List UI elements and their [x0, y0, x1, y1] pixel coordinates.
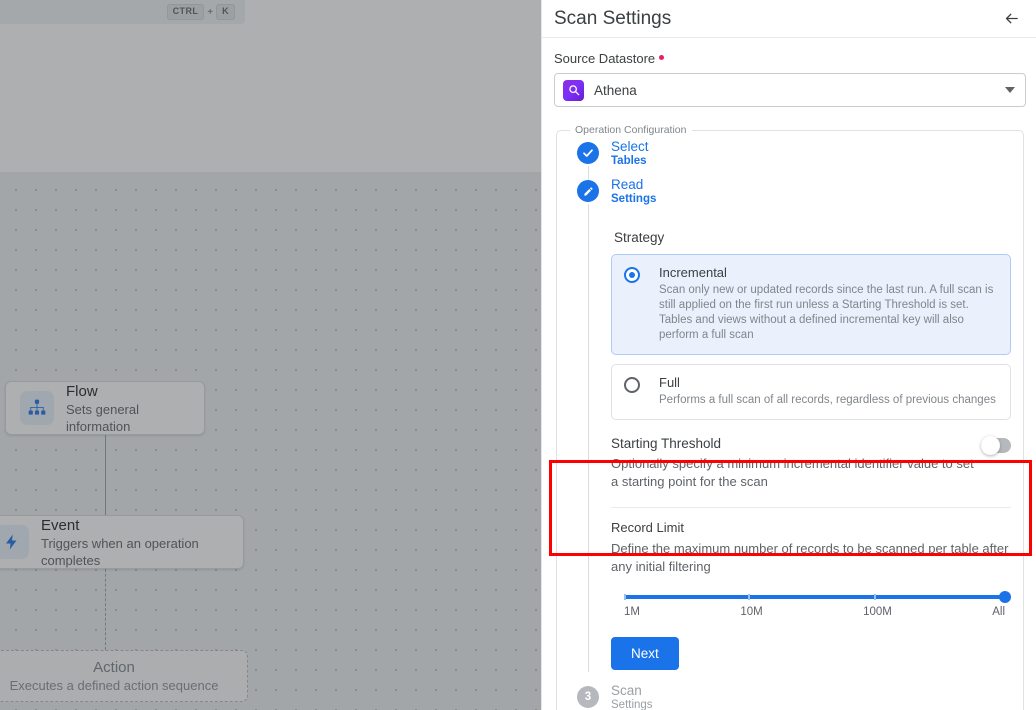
flow-node-title: Flow	[66, 382, 98, 400]
step-read-settings-head: Read Settings	[611, 178, 1013, 206]
flow-canvas[interactable]: CTRL + K Flow Sets general information E…	[0, 0, 541, 710]
radio-incremental-label: Incremental	[659, 265, 727, 280]
page-title: Scan Settings	[554, 7, 672, 29]
connector-flow-event	[105, 435, 106, 517]
slider-label-10m: 10M	[740, 606, 763, 618]
slider-tick-1m	[624, 594, 626, 600]
record-limit-label: Record Limit	[611, 520, 684, 535]
required-indicator	[659, 55, 665, 60]
step-scan-settings-title: Scan	[611, 683, 642, 698]
next-button[interactable]: Next	[611, 637, 679, 670]
action-node-title: Action	[93, 659, 135, 676]
starting-threshold-row: Starting Threshold Optionally specify a …	[611, 436, 1011, 491]
radio-incremental-body: Incremental Scan only new or updated rec…	[659, 265, 998, 343]
step-scan-settings-subtitle: Settings	[611, 699, 653, 710]
read-settings-content: Strategy Incremental Scan only new or up…	[611, 206, 1013, 670]
record-limit-description: Define the maximum number of records to …	[611, 541, 1009, 574]
chevron-down-icon[interactable]	[1005, 87, 1015, 93]
slider-label-1m: 1M	[624, 606, 640, 618]
strategy-title: Strategy	[614, 230, 665, 245]
source-datastore-value: Athena	[594, 82, 637, 98]
record-limit-section: Record Limit Define the maximum number o…	[611, 520, 1011, 621]
radio-full-body: Full Performs a full scan of all records…	[659, 375, 998, 408]
event-node[interactable]: Event Triggers when an operation complet…	[0, 515, 244, 569]
step-scan-settings-head: Scan Settings	[611, 684, 1013, 710]
record-limit-slider[interactable]: 1M 10M 100M All	[624, 589, 1011, 621]
search-input[interactable]: CTRL + K	[0, 0, 245, 24]
check-icon	[577, 142, 599, 164]
event-node-subtitle: Triggers when an operation completes	[41, 535, 199, 568]
step-scan-settings[interactable]: 3 Scan Settings	[567, 684, 1013, 710]
flow-node-text: Flow Sets general information	[66, 382, 190, 435]
shortcut-key-ctrl: CTRL	[166, 4, 205, 20]
shortcut-key-k: K	[216, 4, 235, 20]
step-number-3: 3	[577, 686, 599, 708]
slider-thumb[interactable]	[999, 591, 1011, 603]
section-divider	[611, 507, 1011, 508]
radio-incremental-indicator[interactable]	[624, 267, 640, 283]
app-root: CTRL + K Flow Sets general information E…	[0, 0, 1036, 710]
slider-label-100m: 100M	[863, 606, 892, 618]
radio-full-description: Performs a full scan of all records, reg…	[659, 394, 996, 406]
slider-tick-10m	[747, 594, 750, 600]
arrow-left-icon[interactable]	[998, 6, 1024, 32]
starting-threshold-label: Starting Threshold	[611, 436, 722, 451]
step-read-settings-title: Read	[611, 177, 644, 192]
canvas-grid	[0, 172, 541, 710]
canvas-topbar: CTRL + K	[0, 0, 541, 24]
radio-option-full[interactable]: Full Performs a full scan of all records…	[611, 364, 1011, 420]
pencil-icon	[577, 180, 599, 202]
event-node-text: Event Triggers when an operation complet…	[41, 516, 229, 569]
flow-node-subtitle: Sets general information	[66, 401, 139, 434]
action-node[interactable]: Action Executes a defined action sequenc…	[0, 650, 248, 702]
starting-threshold-description: Optionally specify a minimum incremental…	[611, 456, 974, 489]
slider-tick-100m	[873, 594, 876, 600]
step-read-settings[interactable]: Read Settings Strategy Incremental Scan …	[567, 178, 1013, 672]
slider-tick-labels: 1M 10M 100M All	[624, 606, 1005, 618]
athena-magnifier-icon	[563, 79, 584, 101]
bolt-icon	[0, 525, 29, 559]
step-select-tables-head: Select Tables	[611, 140, 1013, 168]
panel-body: Source Datastore Athena Operation Config…	[542, 38, 1036, 710]
shortcut-plus: +	[207, 6, 214, 18]
radio-option-incremental[interactable]: Incremental Scan only new or updated rec…	[611, 254, 1011, 355]
step-read-settings-subtitle: Settings	[611, 193, 657, 205]
slider-track[interactable]	[624, 595, 1005, 599]
operation-configuration-legend: Operation Configuration	[575, 124, 687, 136]
step-select-tables-title: Select	[611, 139, 649, 154]
slider-label-all: All	[992, 606, 1005, 618]
starting-threshold-toggle[interactable]	[981, 436, 1011, 455]
toggle-knob	[981, 436, 1000, 455]
source-datastore-select[interactable]: Athena	[554, 73, 1026, 107]
flow-node[interactable]: Flow Sets general information	[5, 381, 205, 435]
connector-event-action	[105, 569, 106, 650]
source-datastore-label-text: Source Datastore	[554, 51, 656, 66]
scan-settings-panel: Scan Settings Source Datastore Athena Op…	[541, 0, 1036, 710]
sitemap-icon	[20, 391, 54, 425]
starting-threshold-texts: Starting Threshold Optionally specify a …	[611, 436, 981, 491]
source-datastore-label: Source Datastore	[554, 51, 1026, 66]
radio-incremental-description: Scan only new or updated records since t…	[659, 284, 994, 341]
step-select-tables-subtitle: Tables	[611, 155, 647, 167]
action-node-subtitle: Executes a defined action sequence	[9, 678, 219, 693]
panel-header: Scan Settings	[542, 0, 1036, 38]
radio-full-label: Full	[659, 375, 680, 390]
step-select-tables[interactable]: Select Tables	[567, 140, 1013, 184]
operation-configuration-group: Operation Configuration Select Tables Re…	[556, 124, 1024, 710]
radio-full-indicator[interactable]	[624, 377, 640, 393]
step-connector	[588, 204, 589, 672]
event-node-title: Event	[41, 516, 80, 534]
